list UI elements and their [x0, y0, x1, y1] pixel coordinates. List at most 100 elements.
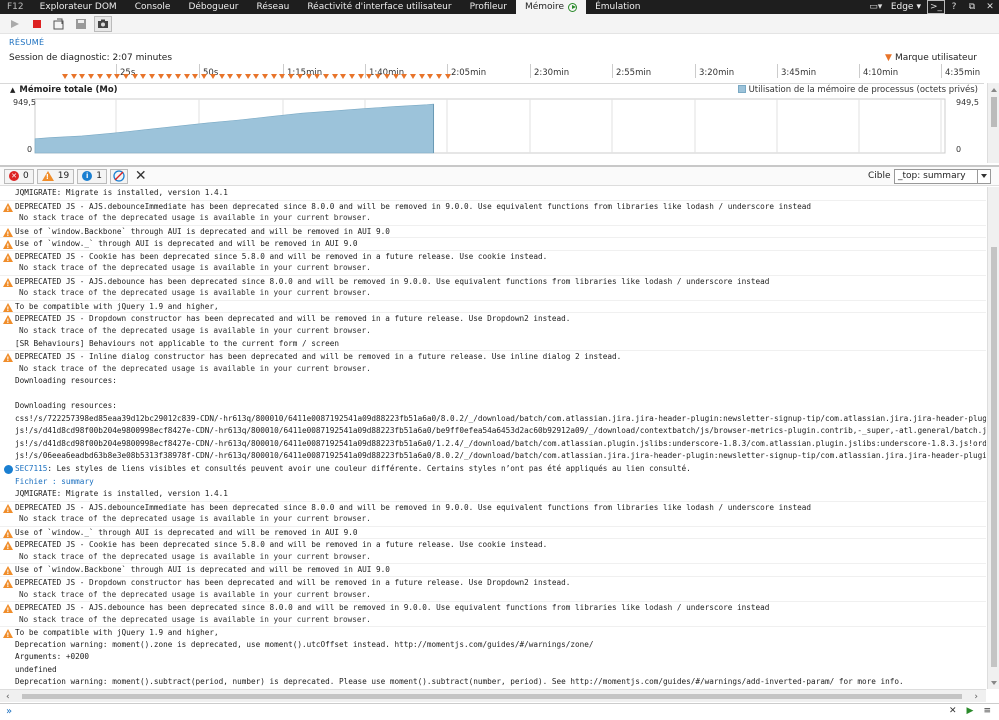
memory-chart[interactable]: 949,5 0 949,5 0 [0, 96, 984, 156]
user-marker[interactable] [97, 74, 103, 79]
user-marker[interactable] [227, 74, 233, 79]
user-marker[interactable] [288, 74, 294, 79]
user-marker[interactable] [158, 74, 164, 79]
scroll-right-icon[interactable]: › [974, 692, 978, 702]
target-select[interactable]: _top: summary [894, 169, 991, 184]
user-marker[interactable] [358, 74, 364, 79]
console-message-text: No stack trace of the deprecated usage i… [19, 288, 371, 298]
console-scrollbar[interactable] [987, 187, 999, 689]
collapse-icon[interactable]: ▲ [10, 86, 15, 94]
run-icon[interactable]: ▶ [967, 706, 974, 716]
console-log: JQMIGRATE: Migrate is installed, version… [0, 187, 986, 200]
error-code-link[interactable]: SEC7115 [15, 464, 47, 473]
scroll-down-icon[interactable] [991, 681, 997, 685]
tab-0[interactable]: F12 [0, 0, 31, 14]
console-output[interactable]: JQMIGRATE: Migrate is installed, version… [0, 187, 986, 689]
tab-3[interactable]: Débogueur [179, 0, 247, 14]
user-marker[interactable] [166, 74, 172, 79]
user-marker[interactable] [123, 74, 129, 79]
help-icon[interactable]: ? [945, 0, 963, 14]
tab-8[interactable]: Émulation [586, 0, 649, 14]
console-file-line: Fichier : summary [0, 476, 986, 489]
import-button[interactable] [50, 16, 68, 32]
user-marker[interactable] [384, 74, 390, 79]
user-marker[interactable] [140, 74, 146, 79]
user-marker-icon: ▼ [885, 53, 892, 63]
user-marker[interactable] [88, 74, 94, 79]
user-marker[interactable] [314, 74, 320, 79]
user-marker[interactable] [245, 74, 251, 79]
console-input[interactable]: » ✕ ▶ ≡ [0, 703, 999, 720]
user-marker[interactable] [332, 74, 338, 79]
user-marker[interactable] [297, 74, 303, 79]
scroll-thumb[interactable] [991, 97, 997, 127]
user-marker[interactable] [62, 74, 68, 79]
user-marker[interactable] [106, 74, 112, 79]
user-marker[interactable] [306, 74, 312, 79]
user-marker[interactable] [393, 74, 399, 79]
user-marker[interactable] [349, 74, 355, 79]
snapshot-button[interactable] [94, 15, 112, 32]
tab-1[interactable]: Explorateur DOM [31, 0, 126, 14]
tab-2[interactable]: Console [126, 0, 180, 14]
clear-on-navigate-button[interactable] [109, 168, 128, 184]
user-marker[interactable] [114, 74, 120, 79]
user-marker[interactable] [253, 74, 259, 79]
user-marker[interactable] [262, 74, 268, 79]
user-marker[interactable] [184, 74, 190, 79]
start-profiling-button[interactable] [6, 16, 24, 32]
close-icon[interactable]: ✕ [981, 0, 999, 14]
warnings-filter-button[interactable]: ! 19 [36, 168, 75, 184]
scroll-thumb[interactable] [22, 694, 962, 699]
user-marker[interactable] [340, 74, 346, 79]
scroll-thumb[interactable] [991, 247, 997, 667]
document-mode-edge[interactable]: Edge ▾ [885, 2, 927, 12]
console-toggle-icon[interactable]: >_ [927, 0, 945, 14]
tab-7[interactable]: Mémoire [515, 0, 587, 14]
user-marker[interactable] [175, 74, 181, 79]
tab-6[interactable]: Profileur [461, 0, 516, 14]
user-marker[interactable] [279, 74, 285, 79]
summary-scrollbar[interactable] [987, 83, 999, 163]
tab-label: Mémoire [524, 2, 565, 12]
user-marker[interactable] [271, 74, 277, 79]
chart-title[interactable]: ▲ Mémoire totale (Mo) [10, 85, 118, 95]
summary-tab[interactable]: RÉSUMÉ [9, 38, 44, 47]
expand-icon[interactable]: ≡ [983, 706, 991, 716]
file-link[interactable]: summary [61, 477, 93, 486]
user-marker[interactable] [366, 74, 372, 79]
user-marker[interactable] [210, 74, 216, 79]
clear-input-icon[interactable]: ✕ [949, 706, 957, 716]
dock-icon[interactable]: ⧉ [963, 0, 981, 14]
user-marker[interactable] [445, 74, 451, 79]
user-marker[interactable] [410, 74, 416, 79]
user-marker[interactable] [201, 74, 207, 79]
y-max-label-left: 949,5 [13, 98, 36, 107]
errors-filter-button[interactable]: ✕ 0 [4, 168, 34, 184]
tab-5[interactable]: Réactivité d'interface utilisateur [298, 0, 460, 14]
scroll-up-icon[interactable] [991, 88, 997, 92]
user-marker[interactable] [436, 74, 442, 79]
user-marker[interactable] [219, 74, 225, 79]
console-horizontal-scrollbar[interactable]: ‹ › [0, 689, 986, 702]
clear-console-icon[interactable]: ✕ [135, 168, 147, 184]
console-log: css!/s/722257398ed85eaa39d12bc29012c839-… [0, 413, 986, 426]
user-marker[interactable] [427, 74, 433, 79]
user-marker[interactable] [149, 74, 155, 79]
stop-profiling-button[interactable] [28, 16, 46, 32]
user-marker[interactable] [323, 74, 329, 79]
user-marker[interactable] [71, 74, 77, 79]
device-icon[interactable]: ▭▾ [867, 0, 885, 14]
user-marker[interactable] [132, 74, 138, 79]
user-marker[interactable] [375, 74, 381, 79]
chevron-down-icon[interactable] [977, 170, 990, 183]
user-marker[interactable] [79, 74, 85, 79]
user-marker[interactable] [236, 74, 242, 79]
user-marker[interactable] [419, 74, 425, 79]
tab-4[interactable]: Réseau [247, 0, 298, 14]
save-button[interactable] [72, 16, 90, 32]
user-marker[interactable] [401, 74, 407, 79]
user-marker[interactable] [192, 74, 198, 79]
scroll-left-icon[interactable]: ‹ [6, 692, 10, 702]
info-filter-button[interactable]: i1 [77, 168, 107, 184]
